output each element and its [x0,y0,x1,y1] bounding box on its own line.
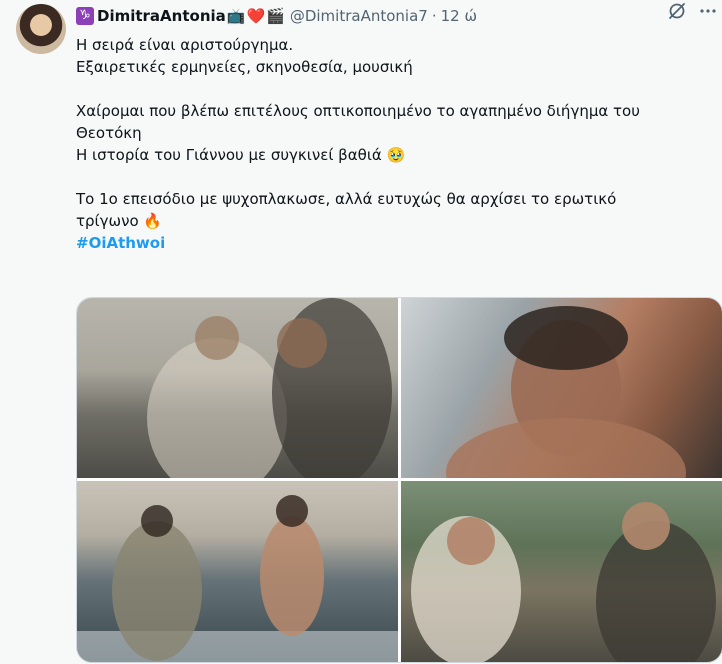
tweet: ♑ DimitraAntonia 📺 ❤️ 🎬 @DimitraAntonia7… [0,0,722,664]
text-line: Θεοτόκη [76,124,142,142]
hashtag-link[interactable]: #OiAthwoi [76,232,165,254]
grok-icon[interactable] [666,1,688,21]
text-gap [76,166,712,188]
avatar[interactable] [16,4,66,54]
text-line: τρίγωνο 🔥 [76,212,163,230]
display-name[interactable]: DimitraAntonia [97,6,226,26]
timestamp[interactable]: 12 ώ [441,6,477,26]
tweet-text: Η σειρά είναι αριστούργημα. Εξαιρετικές … [76,34,712,254]
text-line: Εξαιρετικές ερμηνείες, σκηνοθεσία, μουσι… [76,58,413,76]
text-line: Το 1ο επεισόδιο με ψυχοπλακωσε, αλλά ευτ… [76,190,617,208]
text-gap [76,78,712,100]
text-line: Χαίρομαι που βλέπω επιτέλους οπτικοποιημ… [76,102,640,120]
text-line: Η σειρά είναι αριστούργημα. [76,36,294,54]
media-grid [76,297,722,663]
separator-dot: · [431,7,437,25]
heart-emoji-icon: ❤️ [246,7,266,25]
capricorn-icon: ♑ [76,7,94,25]
user-handle[interactable]: @DimitraAntonia7 [290,6,428,26]
photo-3[interactable] [77,481,398,662]
photo-2[interactable] [401,298,722,478]
more-icon[interactable] [696,1,720,21]
tweet-header: ♑ DimitraAntonia 📺 ❤️ 🎬 @DimitraAntonia7… [76,5,706,27]
photo-1[interactable] [77,298,398,478]
clapper-emoji-icon: 🎬 [266,7,285,25]
text-line: Η ιστορία του Γιάννου με συγκινεί βαθιά … [76,146,406,164]
photo-4[interactable] [401,481,722,662]
tv-emoji-icon: 📺 [226,7,246,25]
